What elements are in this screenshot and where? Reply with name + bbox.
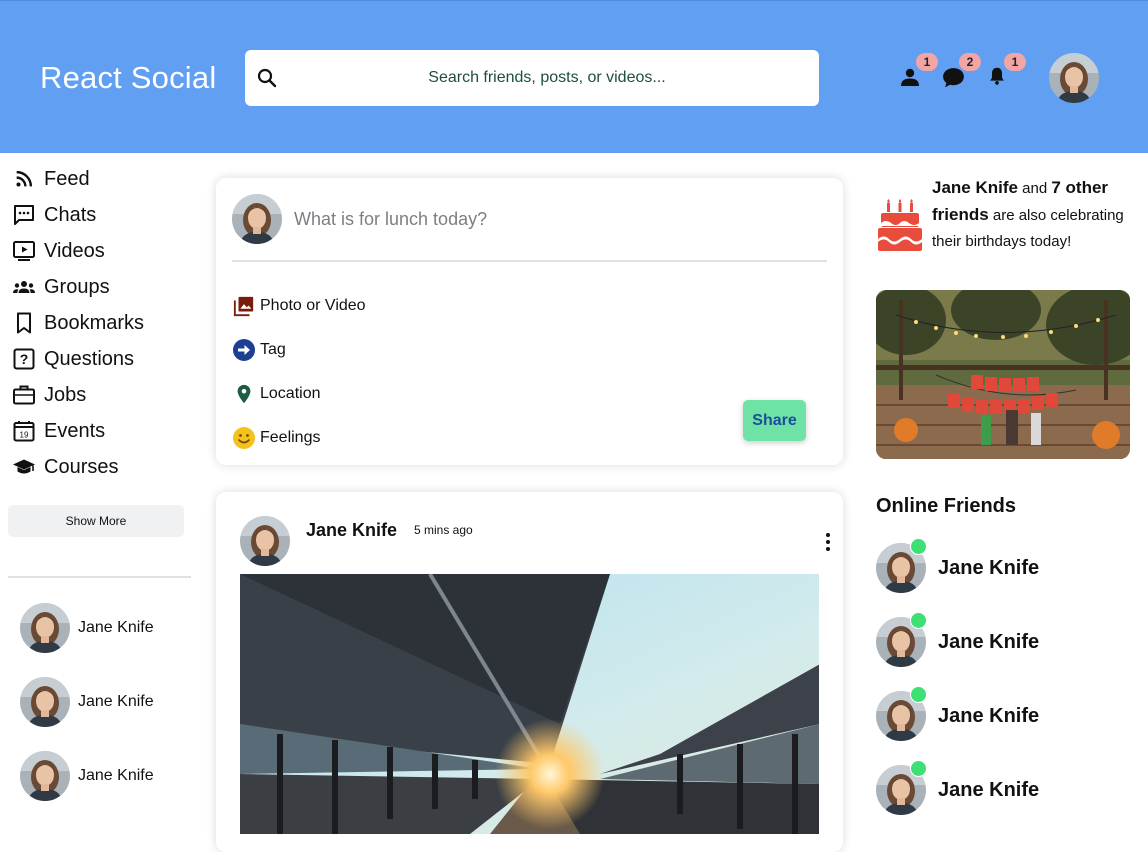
calendar-icon: 19: [12, 419, 36, 443]
sidebar-item-label: Videos: [44, 239, 105, 262]
friend-list-item[interactable]: Jane Knife: [20, 677, 154, 727]
logo[interactable]: React Social: [40, 60, 216, 96]
sidebar-item-label: Groups: [44, 275, 110, 298]
online-friend-item[interactable]: Jane Knife: [876, 612, 1040, 667]
rss-feed-icon: [12, 167, 36, 191]
online-status-dot: [910, 612, 927, 629]
sidebar-item-label: Questions: [44, 347, 135, 370]
share-option-feelings[interactable]: Feelings: [232, 425, 320, 451]
briefcase-icon: [12, 383, 36, 407]
search-bar: [245, 50, 819, 106]
birthday-cake-icon: [878, 199, 922, 251]
avatar: [20, 751, 70, 801]
right-sidebar: Jane Knife and 7 other friends are also …: [860, 153, 1148, 827]
avatar: [232, 194, 282, 244]
question-icon: ?: [12, 347, 36, 371]
sidebar-item-videos[interactable]: Videos: [12, 236, 105, 266]
avatar: [20, 603, 70, 653]
topbar: React Social 1 2 1: [0, 0, 1148, 153]
sidebar-item-jobs[interactable]: Jobs: [12, 380, 86, 410]
friend-requests-badge: 1: [916, 53, 938, 71]
search-input[interactable]: [285, 50, 809, 106]
share-option-label: Photo or Video: [260, 297, 366, 314]
bookmark-icon: [12, 311, 36, 335]
avatar: [20, 677, 70, 727]
share-button[interactable]: Share: [743, 400, 806, 441]
friend-list-item[interactable]: Jane Knife: [20, 603, 154, 653]
profile-avatar[interactable]: [1049, 53, 1099, 103]
online-friend-item[interactable]: Jane Knife: [876, 686, 1040, 741]
online-friend-name: Jane Knife: [938, 630, 1040, 653]
sidebar-item-label: Courses: [44, 455, 119, 478]
post-image: [240, 574, 819, 834]
left-sidebar: Feed Chats Videos Groups Bookmarks ? Que…: [0, 153, 200, 827]
sidebar-item-label: Feed: [44, 167, 90, 190]
sidebar-item-label: Events: [44, 419, 106, 442]
friend-list-item[interactable]: Jane Knife: [20, 751, 154, 801]
share-option-tag[interactable]: Tag: [232, 337, 286, 363]
online-friends-title: Online Friends: [876, 495, 1017, 517]
groups-icon: [12, 275, 36, 299]
online-status-dot: [910, 686, 927, 703]
share-option-location[interactable]: Location: [232, 381, 321, 407]
video-icon: [12, 239, 36, 263]
share-option-label: Feelings: [260, 429, 321, 446]
sidebar-item-label: Jobs: [44, 383, 87, 406]
photo-library-icon: [232, 294, 256, 318]
online-friend-item[interactable]: Jane Knife: [876, 538, 1040, 593]
share-card: Photo or Video Tag Location Feelings Sha…: [216, 178, 843, 465]
online-friend-name: Jane Knife: [938, 556, 1040, 579]
post-card: Jane Knife 5 mins ago: [216, 492, 843, 852]
birthday-name: Jane Knife: [932, 178, 1018, 197]
friend-requests-button[interactable]: 1: [898, 53, 938, 91]
birthday-notice: Jane Knife and 7 other friends are also …: [932, 178, 1124, 250]
post-username[interactable]: Jane Knife: [306, 520, 397, 541]
online-friend-name: Jane Knife: [938, 778, 1040, 801]
friend-name: Jane Knife: [78, 619, 154, 636]
share-option-photo-video[interactable]: Photo or Video: [232, 293, 366, 319]
sidebar-item-bookmarks[interactable]: Bookmarks: [12, 308, 144, 338]
more-vert-icon[interactable]: [820, 530, 836, 554]
sidebar-item-events[interactable]: 19 Events: [12, 416, 105, 446]
friend-name: Jane Knife: [78, 767, 154, 784]
share-option-label: Tag: [260, 341, 286, 358]
share-input[interactable]: [294, 204, 814, 234]
svg-text:19: 19: [20, 431, 29, 440]
online-friend-item[interactable]: Jane Knife: [876, 760, 1040, 815]
tag-arrow-icon: [232, 338, 256, 362]
notifications-badge: 1: [1004, 53, 1026, 71]
sidebar-item-feed[interactable]: Feed: [12, 164, 90, 194]
birthday-ad-image[interactable]: [876, 290, 1130, 459]
sidebar-item-groups[interactable]: Groups: [12, 272, 110, 302]
messages-badge: 2: [959, 53, 981, 71]
divider: [8, 576, 191, 578]
sidebar-item-label: Chats: [44, 203, 97, 226]
online-friend-name: Jane Knife: [938, 704, 1040, 727]
notifications-button[interactable]: 1: [986, 53, 1026, 91]
show-more-button[interactable]: Show More: [8, 505, 184, 537]
bell-icon: [990, 67, 1004, 85]
smiley-icon: [232, 426, 256, 450]
svg-text:?: ?: [20, 351, 29, 367]
graduation-cap-icon: [12, 455, 36, 479]
sidebar-item-chats[interactable]: Chats: [12, 200, 96, 230]
divider: [232, 260, 827, 262]
location-pin-icon: [232, 382, 256, 406]
share-option-label: Location: [260, 385, 321, 402]
sidebar-item-questions[interactable]: ? Questions: [12, 344, 134, 374]
online-status-dot: [910, 760, 927, 777]
messages-button[interactable]: 2: [941, 53, 981, 91]
post-timestamp: 5 mins ago: [414, 523, 473, 537]
sidebar-item-label: Bookmarks: [44, 311, 145, 334]
avatar[interactable]: [240, 516, 290, 566]
chat-icon: [12, 203, 36, 227]
sidebar-item-courses[interactable]: Courses: [12, 452, 118, 482]
friend-name: Jane Knife: [78, 693, 154, 710]
search-icon: [257, 68, 277, 88]
online-status-dot: [910, 538, 927, 555]
